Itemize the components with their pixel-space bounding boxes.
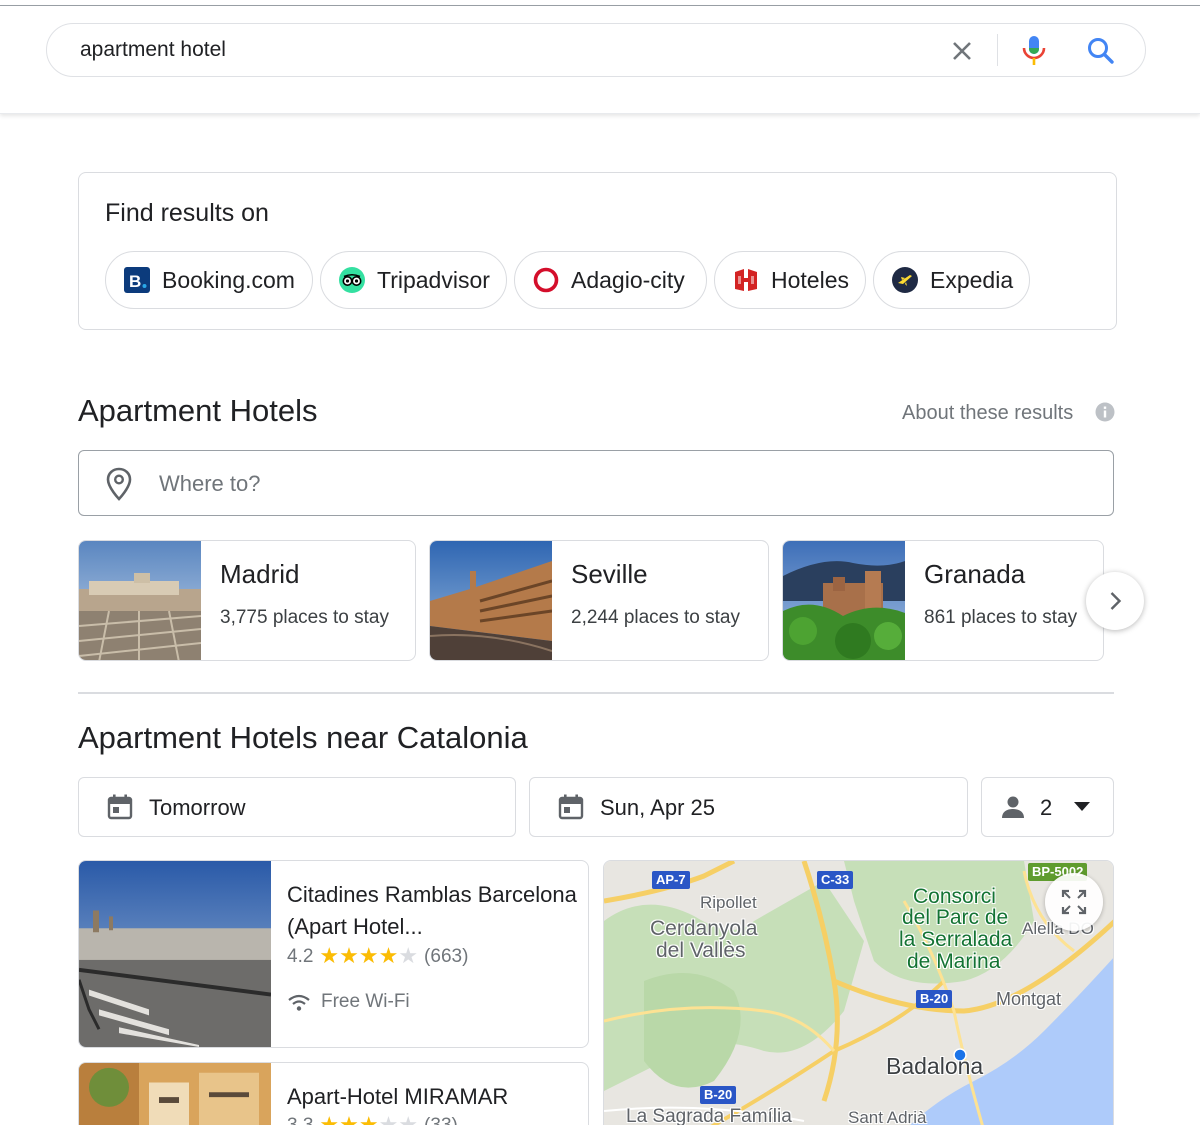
city-card-granada[interactable]: Granada 861 places to stay xyxy=(782,540,1104,661)
next-cities-button[interactable] xyxy=(1086,572,1144,630)
divider xyxy=(997,34,998,66)
rating-value: 4.2 xyxy=(287,945,314,967)
calendar-icon xyxy=(558,794,584,820)
guests-count: 2 xyxy=(1040,795,1053,820)
location-pin-icon xyxy=(106,467,132,501)
chip-expedia[interactable]: Expedia xyxy=(873,251,1030,309)
map-label: Ripollet xyxy=(700,893,757,912)
map-label: la Serralada xyxy=(899,928,1013,951)
city-name: Madrid xyxy=(220,559,300,589)
madrid-photo xyxy=(79,541,201,660)
city-count: 3,775 places to stay xyxy=(220,607,389,628)
check-in-value: Tomorrow xyxy=(149,795,246,820)
check-in-picker[interactable]: Tomorrow xyxy=(78,777,516,837)
map-label: Montgat xyxy=(996,989,1062,1009)
road-shield: C-33 xyxy=(817,871,854,889)
chip-hoteles[interactable]: Hoteles xyxy=(714,251,866,309)
city-card-madrid[interactable]: Madrid 3,775 places to stay xyxy=(78,540,416,661)
map-label: de Marina xyxy=(907,950,1001,973)
guests-picker[interactable]: 2 xyxy=(981,777,1114,837)
rating-stars: ★★★★★ xyxy=(319,944,419,969)
search-box[interactable]: apartment hotel xyxy=(46,23,1146,77)
expand-map-button[interactable] xyxy=(1045,873,1103,931)
clear-icon[interactable] xyxy=(947,36,977,66)
map[interactable]: AP-7 C-33 BP-5002 B-20 B-20 Ripollet Cer… xyxy=(603,860,1114,1125)
svg-text:B: B xyxy=(129,272,141,291)
road-shield: B-20 xyxy=(700,1086,737,1104)
section-title: Apartment Hotels xyxy=(78,393,318,428)
fullscreen-icon xyxy=(1061,889,1087,915)
rating-stars: ★★★★★ xyxy=(319,1113,418,1125)
city-card-seville[interactable]: Seville 2,244 places to stay xyxy=(429,540,769,661)
chip-adagio[interactable]: Adagio-city xyxy=(514,251,707,309)
city-count: 2,244 places to stay xyxy=(571,607,740,628)
search-input[interactable]: apartment hotel xyxy=(80,38,226,62)
city-name: Seville xyxy=(571,559,648,589)
adagio-icon xyxy=(533,267,559,293)
map-label: del Parc de xyxy=(902,906,1009,929)
find-results-title: Find results on xyxy=(105,199,269,227)
dropdown-arrow-icon xyxy=(1074,802,1090,811)
hotel-card[interactable]: Apart-Hotel MIRAMAR 3.3 ★★★★★ (33) xyxy=(78,1062,589,1125)
granada-photo xyxy=(783,541,905,660)
hotel-card[interactable]: Citadines Ramblas Barcelona (Apart Hotel… xyxy=(78,860,589,1048)
about-results-link[interactable]: About these results xyxy=(902,402,1073,425)
chip-label: Hoteles xyxy=(771,267,849,293)
map-label: del Vallès xyxy=(656,939,746,962)
expedia-icon xyxy=(892,267,918,293)
check-out-picker[interactable]: Sun, Apr 25 xyxy=(529,777,968,837)
where-to-field[interactable]: Where to? xyxy=(78,450,1114,516)
review-count: (663) xyxy=(424,945,469,967)
hotel-name[interactable]: Citadines Ramblas Barcelona (Apart Hotel… xyxy=(287,879,577,943)
road-shield: AP-7 xyxy=(652,871,690,889)
map-label: La Sagrada Família xyxy=(626,1106,792,1125)
calendar-icon xyxy=(107,794,133,820)
review-count: (33) xyxy=(424,1114,458,1125)
hotel-rating: 3.3 ★★★★★ (33) xyxy=(287,1113,458,1125)
hoteles-icon xyxy=(735,269,757,291)
info-icon[interactable] xyxy=(1095,402,1115,422)
hotel-rating: 4.2 ★★★★★ (663) xyxy=(287,944,468,969)
seville-photo xyxy=(430,541,552,660)
find-results-panel: Find results on B Booking.com Tripadviso… xyxy=(78,172,1117,330)
chip-label: Adagio-city xyxy=(571,267,685,293)
where-to-placeholder: Where to? xyxy=(159,471,261,496)
amenity-label: Free Wi-Fi xyxy=(321,991,410,1012)
booking-icon: B xyxy=(124,267,150,293)
chevron-right-icon xyxy=(1110,592,1122,610)
search-icon[interactable] xyxy=(1085,35,1117,67)
map-label: Cerdanyola xyxy=(650,917,758,940)
microphone-icon[interactable] xyxy=(1019,34,1049,68)
hotel-photo xyxy=(79,1063,271,1125)
chip-label: Tripadvisor xyxy=(377,267,490,293)
city-name: Granada xyxy=(924,559,1026,589)
chip-label: Booking.com xyxy=(162,267,295,293)
rating-value: 3.3 xyxy=(287,1114,314,1125)
nearby-section-title: Apartment Hotels near Catalonia xyxy=(78,720,528,755)
person-icon xyxy=(1002,796,1024,818)
wifi-icon xyxy=(288,994,310,1011)
chip-tripadvisor[interactable]: Tripadvisor xyxy=(320,251,507,309)
map-label: Sant Adrià xyxy=(848,1108,927,1125)
hotel-name[interactable]: Apart-Hotel MIRAMAR xyxy=(287,1081,577,1113)
tripadvisor-icon xyxy=(339,267,365,293)
check-out-value: Sun, Apr 25 xyxy=(600,795,715,820)
road-shield: B-20 xyxy=(916,990,953,1008)
search-header: apartment hotel xyxy=(0,6,1200,114)
city-count: 861 places to stay xyxy=(924,607,1078,628)
chip-booking[interactable]: B Booking.com xyxy=(105,251,313,309)
chip-label: Expedia xyxy=(930,267,1014,293)
section-divider xyxy=(78,692,1114,694)
hotel-photo xyxy=(79,861,271,1047)
map-label: Badalona xyxy=(886,1053,984,1079)
